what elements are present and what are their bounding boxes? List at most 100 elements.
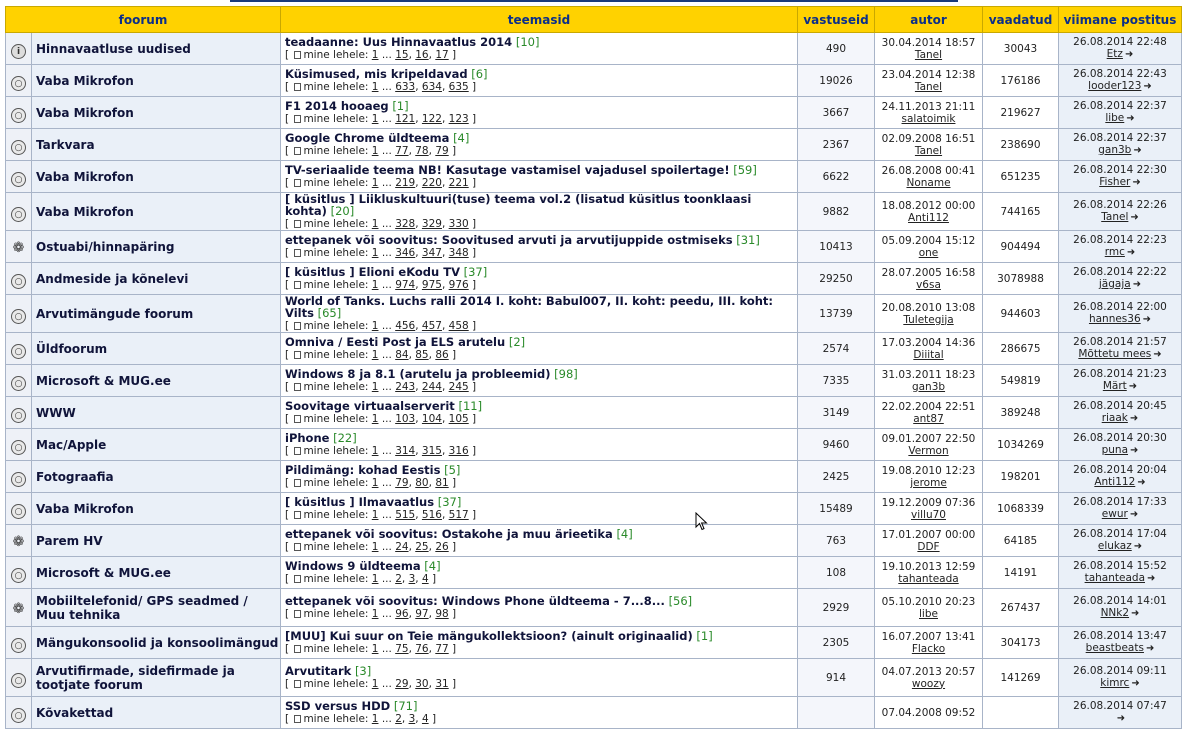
- last-post-user-link[interactable]: ewur: [1102, 508, 1128, 520]
- topic-title-link[interactable]: World of Tanks. Luchs ralli 2014 I. koht…: [285, 294, 773, 320]
- topic-title-link[interactable]: Google Chrome üldteema: [285, 131, 449, 145]
- last-post-user-link[interactable]: Etz: [1107, 48, 1123, 60]
- goto-last-post-icon[interactable]: ➜: [1143, 81, 1151, 93]
- page-link[interactable]: 456: [395, 320, 415, 332]
- author-link[interactable]: ant87: [875, 413, 982, 425]
- goto-last-post-icon[interactable]: ➜: [1117, 713, 1125, 725]
- topic-title-link[interactable]: [ küsitlus ] Elioni eKodu TV: [285, 265, 460, 279]
- author-link[interactable]: DDF: [875, 541, 982, 553]
- forum-name[interactable]: Arvutimängude foorum: [31, 294, 281, 333]
- page-link[interactable]: 330: [449, 218, 469, 230]
- page-link[interactable]: 1: [372, 445, 379, 457]
- page-link[interactable]: 1: [372, 713, 379, 725]
- author-link[interactable]: v6sa: [875, 279, 982, 291]
- page-link[interactable]: 77: [435, 643, 448, 655]
- page-link[interactable]: 245: [449, 381, 469, 393]
- last-post-user-link[interactable]: Märt: [1103, 380, 1127, 392]
- page-link[interactable]: 221: [449, 177, 469, 189]
- topic-title-link[interactable]: Windows 8 ja 8.1 (arutelu ja probleemid): [285, 367, 551, 381]
- page-link[interactable]: 105: [449, 413, 469, 425]
- page-link[interactable]: 633: [395, 81, 415, 93]
- forum-name[interactable]: Andmeside ja kõnelevi: [31, 262, 281, 295]
- page-link[interactable]: 3: [409, 713, 416, 725]
- goto-last-post-icon[interactable]: ➜: [1130, 509, 1138, 521]
- page-link[interactable]: 25: [415, 541, 428, 553]
- page-link[interactable]: 31: [435, 678, 448, 690]
- page-link[interactable]: 1: [372, 247, 379, 259]
- topic-title-link[interactable]: [ küsitlus ] Ilmavaatlus: [285, 495, 434, 509]
- forum-name[interactable]: WWW: [31, 396, 281, 429]
- page-link[interactable]: 974: [395, 279, 415, 291]
- page-link[interactable]: 78: [415, 145, 428, 157]
- header-replies[interactable]: vastuseid: [797, 6, 875, 33]
- page-link[interactable]: 634: [422, 81, 442, 93]
- page-link[interactable]: 84: [395, 349, 408, 361]
- topic-title-link[interactable]: Windows 9 üldteema: [285, 559, 421, 573]
- forum-name[interactable]: Mängukonsoolid ja konsoolimängud: [31, 626, 281, 659]
- forum-name[interactable]: Vaba Mikrofon: [31, 160, 281, 193]
- page-link[interactable]: 517: [449, 509, 469, 521]
- forum-name[interactable]: Microsoft & MUG.ee: [31, 364, 281, 397]
- page-link[interactable]: 219: [395, 177, 415, 189]
- page-link[interactable]: 244: [422, 381, 442, 393]
- author-link[interactable]: tahanteada: [875, 573, 982, 585]
- goto-last-post-icon[interactable]: ➜: [1143, 314, 1151, 326]
- page-link[interactable]: 2: [395, 573, 402, 585]
- forum-name[interactable]: Arvutifirmade, sidefirmade ja tootjate f…: [31, 658, 281, 697]
- last-post-user-link[interactable]: jägaja: [1099, 278, 1131, 290]
- page-link[interactable]: 96: [395, 608, 408, 620]
- author-link[interactable]: one: [875, 247, 982, 259]
- page-link[interactable]: 30: [415, 678, 428, 690]
- page-link[interactable]: 77: [395, 145, 408, 157]
- page-link[interactable]: 515: [395, 509, 415, 521]
- page-link[interactable]: 79: [435, 145, 448, 157]
- author-link[interactable]: Tanel: [875, 81, 982, 93]
- author-link[interactable]: Noname: [875, 177, 982, 189]
- forum-name[interactable]: Fotograafia: [31, 460, 281, 493]
- topic-title-link[interactable]: Arvutitark: [285, 664, 351, 678]
- page-link[interactable]: 457: [422, 320, 442, 332]
- author-link[interactable]: Flacko: [875, 643, 982, 655]
- forum-name[interactable]: Vaba Mikrofon: [31, 492, 281, 525]
- page-link[interactable]: 15: [395, 49, 408, 61]
- goto-last-post-icon[interactable]: ➜: [1130, 445, 1138, 457]
- page-link[interactable]: 1: [372, 477, 379, 489]
- author-link[interactable]: woozy: [875, 678, 982, 690]
- goto-last-post-icon[interactable]: ➜: [1146, 643, 1154, 655]
- author-link[interactable]: jerome: [875, 477, 982, 489]
- page-link[interactable]: 123: [449, 113, 469, 125]
- page-link[interactable]: 29: [395, 678, 408, 690]
- page-link[interactable]: 1: [372, 643, 379, 655]
- topic-title-link[interactable]: [MUU] Kui suur on Teie mängukollektsioon…: [285, 629, 693, 643]
- goto-last-post-icon[interactable]: ➜: [1153, 349, 1161, 361]
- topic-title-link[interactable]: SSD versus HDD: [285, 699, 390, 713]
- forum-name[interactable]: Üldfoorum: [31, 332, 281, 365]
- forum-name[interactable]: Kõvakettad: [31, 696, 281, 729]
- page-link[interactable]: 2: [395, 713, 402, 725]
- last-post-user-link[interactable]: rmc: [1105, 246, 1125, 258]
- page-link[interactable]: 103: [395, 413, 415, 425]
- topic-title-link[interactable]: ettepanek või soovitus: Windows Phone ül…: [285, 594, 665, 608]
- page-link[interactable]: 975: [422, 279, 442, 291]
- page-link[interactable]: 1: [372, 218, 379, 230]
- forum-name[interactable]: Vaba Mikrofon: [31, 96, 281, 129]
- forum-name[interactable]: Mobiiltelefonid/ GPS seadmed / Muu tehni…: [31, 588, 281, 627]
- last-post-user-link[interactable]: puna: [1102, 444, 1128, 456]
- page-link[interactable]: 122: [422, 113, 442, 125]
- page-link[interactable]: 104: [422, 413, 442, 425]
- page-link[interactable]: 80: [415, 477, 428, 489]
- forum-name[interactable]: Vaba Mikrofon: [31, 192, 281, 231]
- topic-title-link[interactable]: iPhone: [285, 431, 329, 445]
- header-last-post[interactable]: viimane postitus: [1058, 6, 1182, 33]
- page-link[interactable]: 1: [372, 113, 379, 125]
- author-link[interactable]: Tanel: [875, 145, 982, 157]
- page-link[interactable]: 314: [395, 445, 415, 457]
- goto-last-post-icon[interactable]: ➜: [1125, 49, 1133, 61]
- last-post-user-link[interactable]: libe: [1105, 112, 1124, 124]
- goto-last-post-icon[interactable]: ➜: [1131, 678, 1139, 690]
- page-link[interactable]: 347: [422, 247, 442, 259]
- last-post-user-link[interactable]: elukaz: [1098, 540, 1132, 552]
- goto-last-post-icon[interactable]: ➜: [1130, 212, 1138, 224]
- topic-title-link[interactable]: [ küsitlus ] Liikluskultuuri(tuse) teema…: [285, 192, 751, 218]
- forum-name[interactable]: Mac/Apple: [31, 428, 281, 461]
